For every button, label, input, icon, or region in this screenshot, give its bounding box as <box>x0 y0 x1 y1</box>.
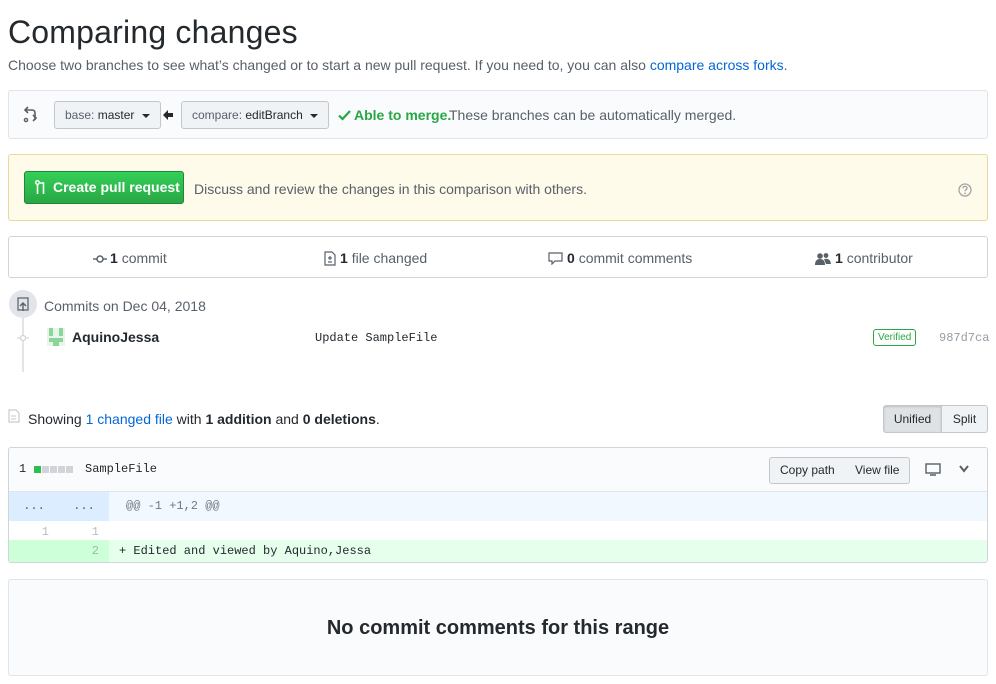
unified-view-button[interactable]: Unified <box>883 405 942 433</box>
deletions-count: 0 deletions <box>302 411 376 427</box>
comments-label: commit comments <box>578 250 693 266</box>
compare-across-forks-link[interactable]: compare across forks <box>650 57 784 73</box>
base-branch-select[interactable]: base: master <box>54 101 161 129</box>
commit-sha-link[interactable]: 987d7ca <box>939 331 989 345</box>
subtitle-suffix: . <box>783 57 788 73</box>
caret-down-icon <box>141 113 150 118</box>
diff-line-addition: 2 + Edited and viewed by Aquino,Jessa <box>9 540 987 562</box>
page-title: Comparing changes <box>8 14 298 50</box>
files-label: file changed <box>351 250 428 266</box>
desktop-icon[interactable] <box>925 463 941 476</box>
diffstat-bar <box>34 466 76 474</box>
git-pull-request-icon <box>35 180 46 195</box>
contributors-summary[interactable]: 1 contributor <box>815 250 913 266</box>
repo-push-icon <box>9 290 37 318</box>
subtitle-text: Choose two branches to see what’s change… <box>8 57 646 73</box>
period-text: . <box>375 411 380 427</box>
hunk-row: ... ... @@ -1 +1,2 @@ <box>9 492 987 521</box>
diff-summary: Showing 1 changed file with 1 addition a… <box>28 411 380 427</box>
file-diff-icon <box>8 409 20 423</box>
hunk-expand-left[interactable]: ... <box>9 492 59 521</box>
merge-status: Able to merge. <box>354 107 452 123</box>
hunk-expand-right[interactable]: ... <box>59 492 109 521</box>
comment-icon <box>548 252 563 265</box>
numbers-summary: 1 commit 1 file changed 0 commit comment… <box>8 236 988 278</box>
commit-node-icon <box>17 333 29 343</box>
file-diff: 1 SampleFile Copy path View file ... ...… <box>8 447 988 563</box>
line-number-right[interactable]: 2 <box>59 540 109 562</box>
comments-count: 0 <box>567 250 575 266</box>
line-number-left[interactable] <box>9 540 59 562</box>
arrow-left-icon <box>162 109 174 121</box>
with-text: with <box>176 411 202 427</box>
commit-author-link[interactable]: AquinoJessa <box>72 329 159 345</box>
split-view-button[interactable]: Split <box>941 405 988 433</box>
diff-code: + Edited and viewed by Aquino,Jessa <box>119 544 372 558</box>
commits-count: 1 <box>110 250 118 266</box>
commit-group-title: Commits on Dec 04, 2018 <box>44 298 206 314</box>
create-pull-request-button[interactable]: Create pull request <box>24 171 184 204</box>
and-text: and <box>275 411 299 427</box>
commits-summary[interactable]: 1 commit <box>93 250 167 266</box>
avatar[interactable] <box>47 328 65 346</box>
showing-text: Showing <box>28 411 82 427</box>
contributors-count: 1 <box>835 250 843 266</box>
check-icon <box>338 109 351 121</box>
question-icon[interactable] <box>958 183 972 197</box>
compare-branch-select[interactable]: compare: editBranch <box>181 101 330 129</box>
hunk-header: @@ -1 +1,2 @@ <box>126 499 220 513</box>
commit-comments-summary[interactable]: 0 commit comments <box>548 250 692 266</box>
file-diff-icon <box>324 251 336 266</box>
commit-message-link[interactable]: Update SampleFile <box>315 331 437 345</box>
changed-files-link[interactable]: 1 changed file <box>86 411 173 427</box>
files-changed-summary[interactable]: 1 file changed <box>324 250 427 266</box>
merge-message: These branches can be automatically merg… <box>449 107 737 123</box>
base-branch-name: master <box>97 108 135 122</box>
caret-down-icon <box>310 113 319 118</box>
file-header: 1 SampleFile Copy path View file <box>9 448 987 492</box>
chevron-down-icon[interactable] <box>958 464 970 474</box>
view-file-button[interactable]: View file <box>845 457 911 484</box>
base-prefix: base: <box>65 108 95 122</box>
additions-count: 1 addition <box>205 411 272 427</box>
compare-arrows-icon <box>23 105 39 123</box>
git-commit-icon <box>93 253 107 265</box>
file-change-count: 1 <box>19 462 27 476</box>
commits-label: commit <box>121 250 167 266</box>
file-name-link[interactable]: SampleFile <box>85 462 157 476</box>
people-icon <box>815 252 831 265</box>
contributors-label: contributor <box>846 250 913 266</box>
verified-badge[interactable]: Verified <box>873 329 917 346</box>
range-editor: base: master compare: editBranch Able to… <box>8 90 988 139</box>
flash-description: Discuss and review the changes in this c… <box>194 181 587 197</box>
blankslate-title: No commit comments for this range <box>326 617 670 639</box>
page-subtitle: Choose two branches to see what’s change… <box>8 57 788 73</box>
files-count: 1 <box>340 250 348 266</box>
create-pr-flash: Create pull request Discuss and review t… <box>8 154 988 221</box>
compare-branch-name: editBranch <box>245 108 303 122</box>
create-pull-request-label: Create pull request <box>53 179 180 195</box>
compare-prefix: compare: <box>192 108 243 122</box>
blankslate: No commit comments for this range <box>8 579 988 676</box>
copy-path-button[interactable]: Copy path <box>769 457 846 484</box>
